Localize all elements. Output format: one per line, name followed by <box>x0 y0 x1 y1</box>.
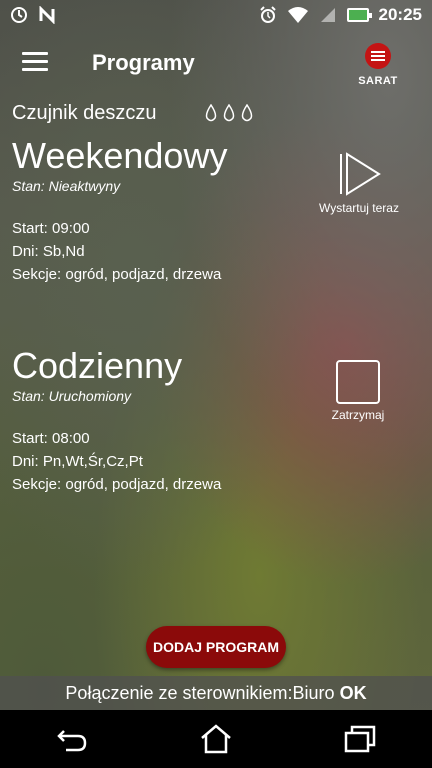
n-icon <box>39 6 55 24</box>
status-bar: 20:25 <box>0 0 432 30</box>
start-now-label: Wystartuj teraz <box>319 201 399 215</box>
connection-text: Połączenie ze sterownikiem:Biuro <box>65 683 335 703</box>
app-bar: Programy SARAT <box>0 40 432 87</box>
back-icon <box>57 730 87 752</box>
menu-icon[interactable] <box>22 52 48 72</box>
sarat-logo: SARAT <box>352 42 404 87</box>
program-sections: Sekcje: ogród, podjazd, drzewa <box>12 266 222 283</box>
program-days: Dni: Sb,Nd <box>12 243 85 260</box>
clock: 20:25 <box>378 5 422 24</box>
recents-button[interactable] <box>340 719 380 759</box>
start-now-button[interactable]: Wystartuj teraz <box>316 150 402 215</box>
program-card[interactable]: Codzienny Stan: Uruchomiony Start: 08:00… <box>12 345 312 494</box>
play-icon <box>340 152 381 196</box>
battery-charging-icon <box>346 8 372 22</box>
stop-button[interactable]: Zatrzymaj <box>322 360 394 422</box>
program-days: Dni: Pn,Wt,Śr,Cz,Pt <box>12 453 143 470</box>
recents-icon <box>344 725 376 753</box>
home-icon <box>201 724 231 754</box>
logo-text: SARAT <box>358 75 398 87</box>
connection-status: Połączenie ze sterownikiem:Biuro OK <box>0 676 432 710</box>
program-name: Weekendowy <box>12 135 228 176</box>
alarm-icon <box>259 6 276 23</box>
signal-icon <box>320 8 335 22</box>
program-card[interactable]: Weekendowy Stan: Nieaktwyny Start: 09:00… <box>12 135 312 284</box>
program-details: Start: 08:00 Dni: Pn,Wt,Śr,Cz,Pt Sekcje:… <box>12 430 312 493</box>
stop-label: Zatrzymaj <box>331 408 385 422</box>
home-button[interactable] <box>196 719 236 759</box>
program-details: Start: 09:00 Dni: Sb,Nd Sekcje: ogród, p… <box>12 220 312 283</box>
back-button[interactable] <box>52 719 92 759</box>
navigation-bar <box>0 710 432 768</box>
rain-sensor-label: Czujnik deszczu <box>12 102 157 124</box>
program-start: Start: 09:00 <box>12 220 90 237</box>
connection-ok: OK <box>339 683 367 703</box>
program-state: Stan: Nieaktwyny <box>12 178 121 194</box>
sync-icon <box>11 7 27 23</box>
sarat-logo-icon <box>365 43 391 69</box>
rain-drops-icon <box>204 104 254 122</box>
page-title: Programy <box>92 50 195 75</box>
stop-icon <box>336 360 380 404</box>
program-sections: Sekcje: ogród, podjazd, drzewa <box>12 476 222 493</box>
program-state: Stan: Uruchomiony <box>12 388 132 404</box>
program-start: Start: 08:00 <box>12 430 90 447</box>
wifi-icon <box>287 7 308 23</box>
add-program-button[interactable]: DODAJ PROGRAM <box>146 626 286 668</box>
program-name: Codzienny <box>12 345 183 386</box>
